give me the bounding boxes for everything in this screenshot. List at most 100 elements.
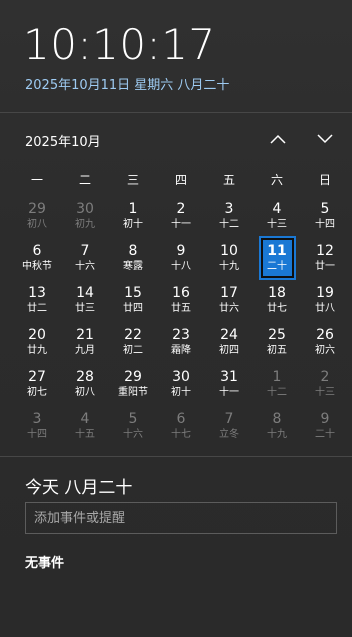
lunar-date: 初六 [315,345,335,356]
day-cell[interactable]: 4 十五 [61,405,109,447]
next-month-button[interactable] [310,125,340,153]
day-number: 8 [272,411,282,427]
day-cell[interactable]: 29 初八 [13,195,61,237]
day-cell[interactable]: 12 廿一 [301,237,349,279]
day-cell[interactable]: 29 重阳节 [109,363,157,405]
week-row: 20 廿九 21 九月 22 初二 23 霜降 24 初四 25 初五 26 初六 [13,321,349,363]
day-number: 4 [272,201,282,217]
previous-month-button[interactable] [263,125,293,153]
day-cell[interactable]: 4 十三 [253,195,301,237]
lunar-date: 寒露 [123,261,143,272]
day-number: 18 [268,285,286,301]
day-cell[interactable]: 8 十九 [253,405,301,447]
weekday-label: 四 [174,173,187,187]
day-cell[interactable]: 7 立冬 [205,405,253,447]
day-cell[interactable]: 19 廿八 [301,279,349,321]
day-cell[interactable]: 3 十四 [13,405,61,447]
day-number: 3 [32,411,42,427]
day-number: 10 [220,243,238,259]
lunar-date: 十四 [27,429,47,440]
week-row: 6 中秋节 7 十六 8 寒露 9 十八 10 十九 11 二十 12 廿一 [13,236,349,280]
lunar-date: 二十 [315,429,335,440]
day-number: 13 [28,285,46,301]
day-cell[interactable]: 9 二十 [301,405,349,447]
chevron-down-icon [317,134,333,144]
day-number: 30 [76,201,94,217]
full-date-link[interactable]: 2025年10月11日 星期六 八月二十 [25,74,229,93]
lunar-date: 十九 [219,261,239,272]
day-number: 17 [220,285,238,301]
lunar-date: 廿二 [27,303,47,314]
day-cell[interactable]: 25 初五 [253,321,301,363]
day-number: 23 [172,327,190,343]
day-cell[interactable]: 13 廿二 [13,279,61,321]
day-cell[interactable]: 30 初九 [61,195,109,237]
day-cell[interactable]: 9 十八 [157,237,205,279]
lunar-date: 十九 [267,429,287,440]
lunar-date: 初九 [75,219,95,230]
lunar-date: 十八 [171,261,191,272]
lunar-date: 十一 [171,219,191,230]
weekday-header: 一二三四五六日 [13,163,349,195]
day-cell[interactable]: 24 初四 [205,321,253,363]
day-cell[interactable]: 27 初七 [13,363,61,405]
day-cell[interactable]: 1 初十 [109,195,157,237]
day-number: 7 [80,243,90,259]
lunar-date: 廿六 [219,303,239,314]
day-cell[interactable]: 23 霜降 [157,321,205,363]
day-number: 31 [220,369,238,385]
day-cell[interactable]: 18 廿七 [253,279,301,321]
day-number: 25 [268,327,286,343]
day-cell[interactable]: 5 十四 [301,195,349,237]
day-cell[interactable]: 31 十一 [205,363,253,405]
day-cell[interactable]: 6 十七 [157,405,205,447]
calendar-weeks: 29 初八 30 初九 1 初十 2 十一 3 十二 4 十三 5 十四 6 中秋节 7 十六 8 寒露 9 十八 10 十九… [13,195,349,447]
day-number: 12 [316,243,334,259]
day-number: 5 [320,201,330,217]
day-cell[interactable]: 14 廿三 [61,279,109,321]
day-number: 29 [124,369,142,385]
day-cell[interactable]: 6 中秋节 [13,237,61,279]
lunar-date: 十二 [219,219,239,230]
day-number: 9 [176,243,186,259]
day-number: 1 [128,201,138,217]
add-event-input[interactable] [25,502,337,534]
lunar-date: 霜降 [171,345,191,356]
weekday-label: 三 [126,173,139,187]
day-cell[interactable]: 22 初二 [109,321,157,363]
lunar-date: 廿七 [267,303,287,314]
day-number: 2 [176,201,186,217]
week-row: 3 十四 4 十五 5 十六 6 十七 7 立冬 8 十九 9 二十 [13,405,349,447]
day-number: 8 [128,243,138,259]
day-cell[interactable]: 2 十一 [157,195,205,237]
day-cell[interactable]: 5 十六 [109,405,157,447]
lunar-date: 初五 [267,345,287,356]
day-cell[interactable]: 2 十三 [301,363,349,405]
day-cell[interactable]: 1 十二 [253,363,301,405]
day-cell[interactable]: 3 十二 [205,195,253,237]
lunar-date: 十三 [315,387,335,398]
day-number: 15 [124,285,142,301]
day-number: 20 [28,327,46,343]
chevron-up-icon [270,134,286,144]
day-cell[interactable]: 30 初十 [157,363,205,405]
calendar-flyout: 10:10:17 2025年10月11日 星期六 八月二十 2025年10月 一… [0,0,352,637]
lunar-date: 初七 [27,387,47,398]
day-cell[interactable]: 21 九月 [61,321,109,363]
day-cell[interactable]: 20 廿九 [13,321,61,363]
day-cell[interactable]: 15 廿四 [109,279,157,321]
day-cell[interactable]: 7 十六 [61,237,109,279]
day-cell[interactable]: 16 廿五 [157,279,205,321]
lunar-date: 廿九 [27,345,47,356]
lunar-date: 初十 [171,387,191,398]
day-cell-today[interactable]: 11 二十 [253,236,301,280]
day-cell[interactable]: 26 初六 [301,321,349,363]
day-cell[interactable]: 8 寒露 [109,237,157,279]
day-cell[interactable]: 28 初八 [61,363,109,405]
day-cell[interactable]: 17 廿六 [205,279,253,321]
day-cell[interactable]: 10 十九 [205,237,253,279]
weekday-label: 日 [318,173,331,187]
month-title[interactable]: 2025年10月 [25,131,101,150]
agenda-title: 今天 八月二十 [25,478,133,498]
day-number: 29 [28,201,46,217]
